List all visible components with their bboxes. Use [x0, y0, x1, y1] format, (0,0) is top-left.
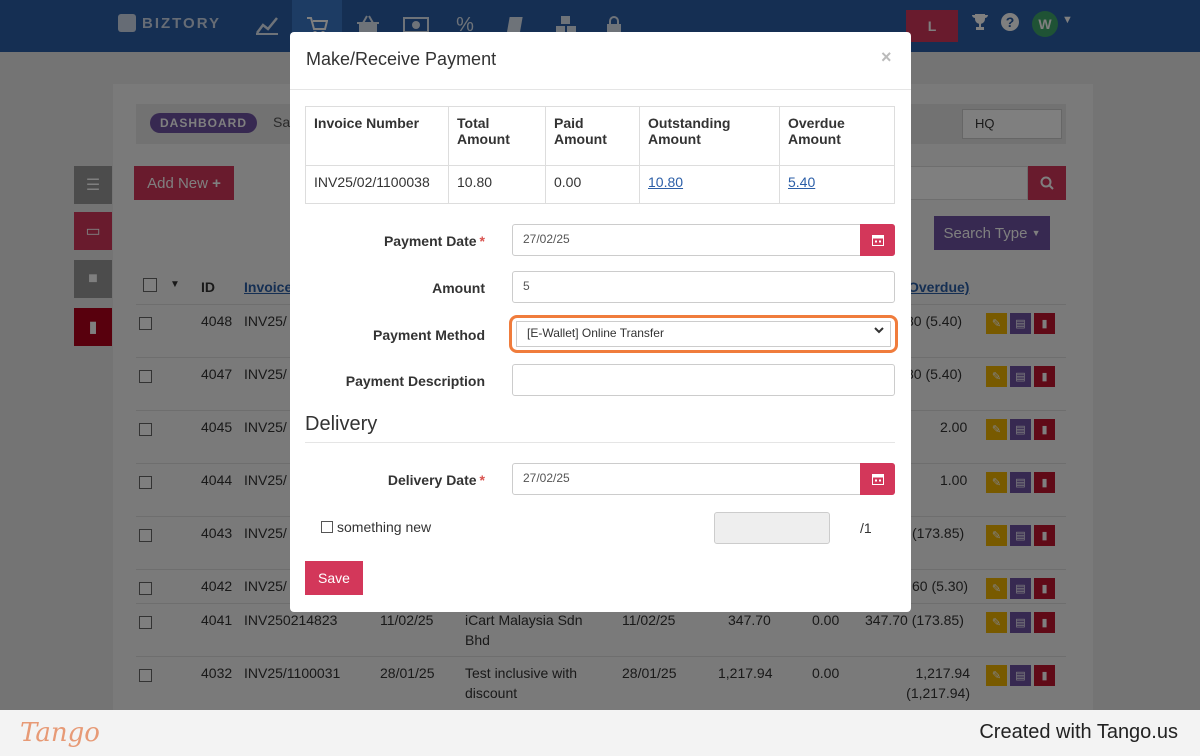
payment-modal: Make/Receive Payment × Invoice Number To… [290, 32, 911, 612]
payment-method-highlight: [E-Wallet] Online Transfer [509, 315, 898, 353]
something-new-label: something new [337, 519, 432, 535]
paid-amount-cell: 0.00 [545, 165, 640, 204]
something-new-checkbox[interactable] [321, 521, 333, 533]
tango-credit: Created with Tango.us [979, 721, 1178, 743]
tango-logo: Tango [20, 718, 100, 748]
delivery-date-input[interactable]: 27/02/25 [512, 463, 895, 495]
delivery-date-label: Delivery Date * [305, 472, 485, 488]
outstanding-amount-cell: 10.80 [639, 165, 780, 204]
column-header-paid-amount: Paid Amount [545, 106, 640, 166]
payment-method-select[interactable]: [E-Wallet] Online Transfer [516, 321, 891, 347]
required-mark: * [479, 233, 485, 249]
quantity-total: /1 [860, 520, 872, 536]
column-header-outstanding-amount: Outstanding Amount [639, 106, 780, 166]
overdue-amount-link[interactable]: 5.40 [788, 174, 815, 190]
quantity-input [714, 512, 830, 544]
calendar-icon[interactable] [860, 463, 895, 495]
column-header-invoice-number: Invoice Number [305, 106, 449, 166]
section-divider [305, 442, 895, 443]
invoice-summary-table: Invoice Number Total Amount Paid Amount … [305, 106, 895, 204]
calendar-icon[interactable] [860, 224, 895, 256]
overdue-amount-cell: 5.40 [779, 165, 895, 204]
payment-description-label: Payment Description [345, 373, 485, 389]
payment-date-input[interactable]: 27/02/25 [512, 224, 895, 256]
chevron-down-icon [874, 324, 884, 339]
outstanding-amount-link[interactable]: 10.80 [648, 174, 683, 190]
column-header-overdue-amount: Overdue Amount [779, 106, 895, 166]
modal-title: Make/Receive Payment [306, 49, 497, 69]
amount-label: Amount [432, 280, 485, 296]
column-header-total-amount: Total Amount [448, 106, 546, 166]
payment-method-value: [E-Wallet] Online Transfer [527, 326, 664, 340]
payment-date-label: Payment Date * [305, 233, 485, 249]
delivery-section-title: Delivery [305, 413, 378, 435]
invoice-number-cell: INV25/02/1100038 [305, 165, 449, 204]
amount-input[interactable]: 5 [512, 271, 895, 303]
modal-divider [290, 89, 911, 90]
required-mark: * [479, 472, 485, 488]
delivery-date-label-text: Delivery Date [387, 472, 477, 488]
save-button[interactable]: Save [305, 561, 363, 595]
payment-date-label-text: Payment Date [383, 233, 477, 249]
payment-method-label: Payment Method [372, 327, 485, 343]
something-new-option[interactable]: something new [321, 519, 431, 535]
total-amount-cell: 10.80 [448, 165, 546, 204]
table-row: INV25/02/1100038 10.80 0.00 10.80 5.40 [305, 165, 895, 204]
payment-description-input[interactable] [512, 364, 895, 396]
close-icon[interactable]: × [881, 47, 892, 68]
tango-footer: Tango Created with Tango.us [0, 710, 1200, 756]
